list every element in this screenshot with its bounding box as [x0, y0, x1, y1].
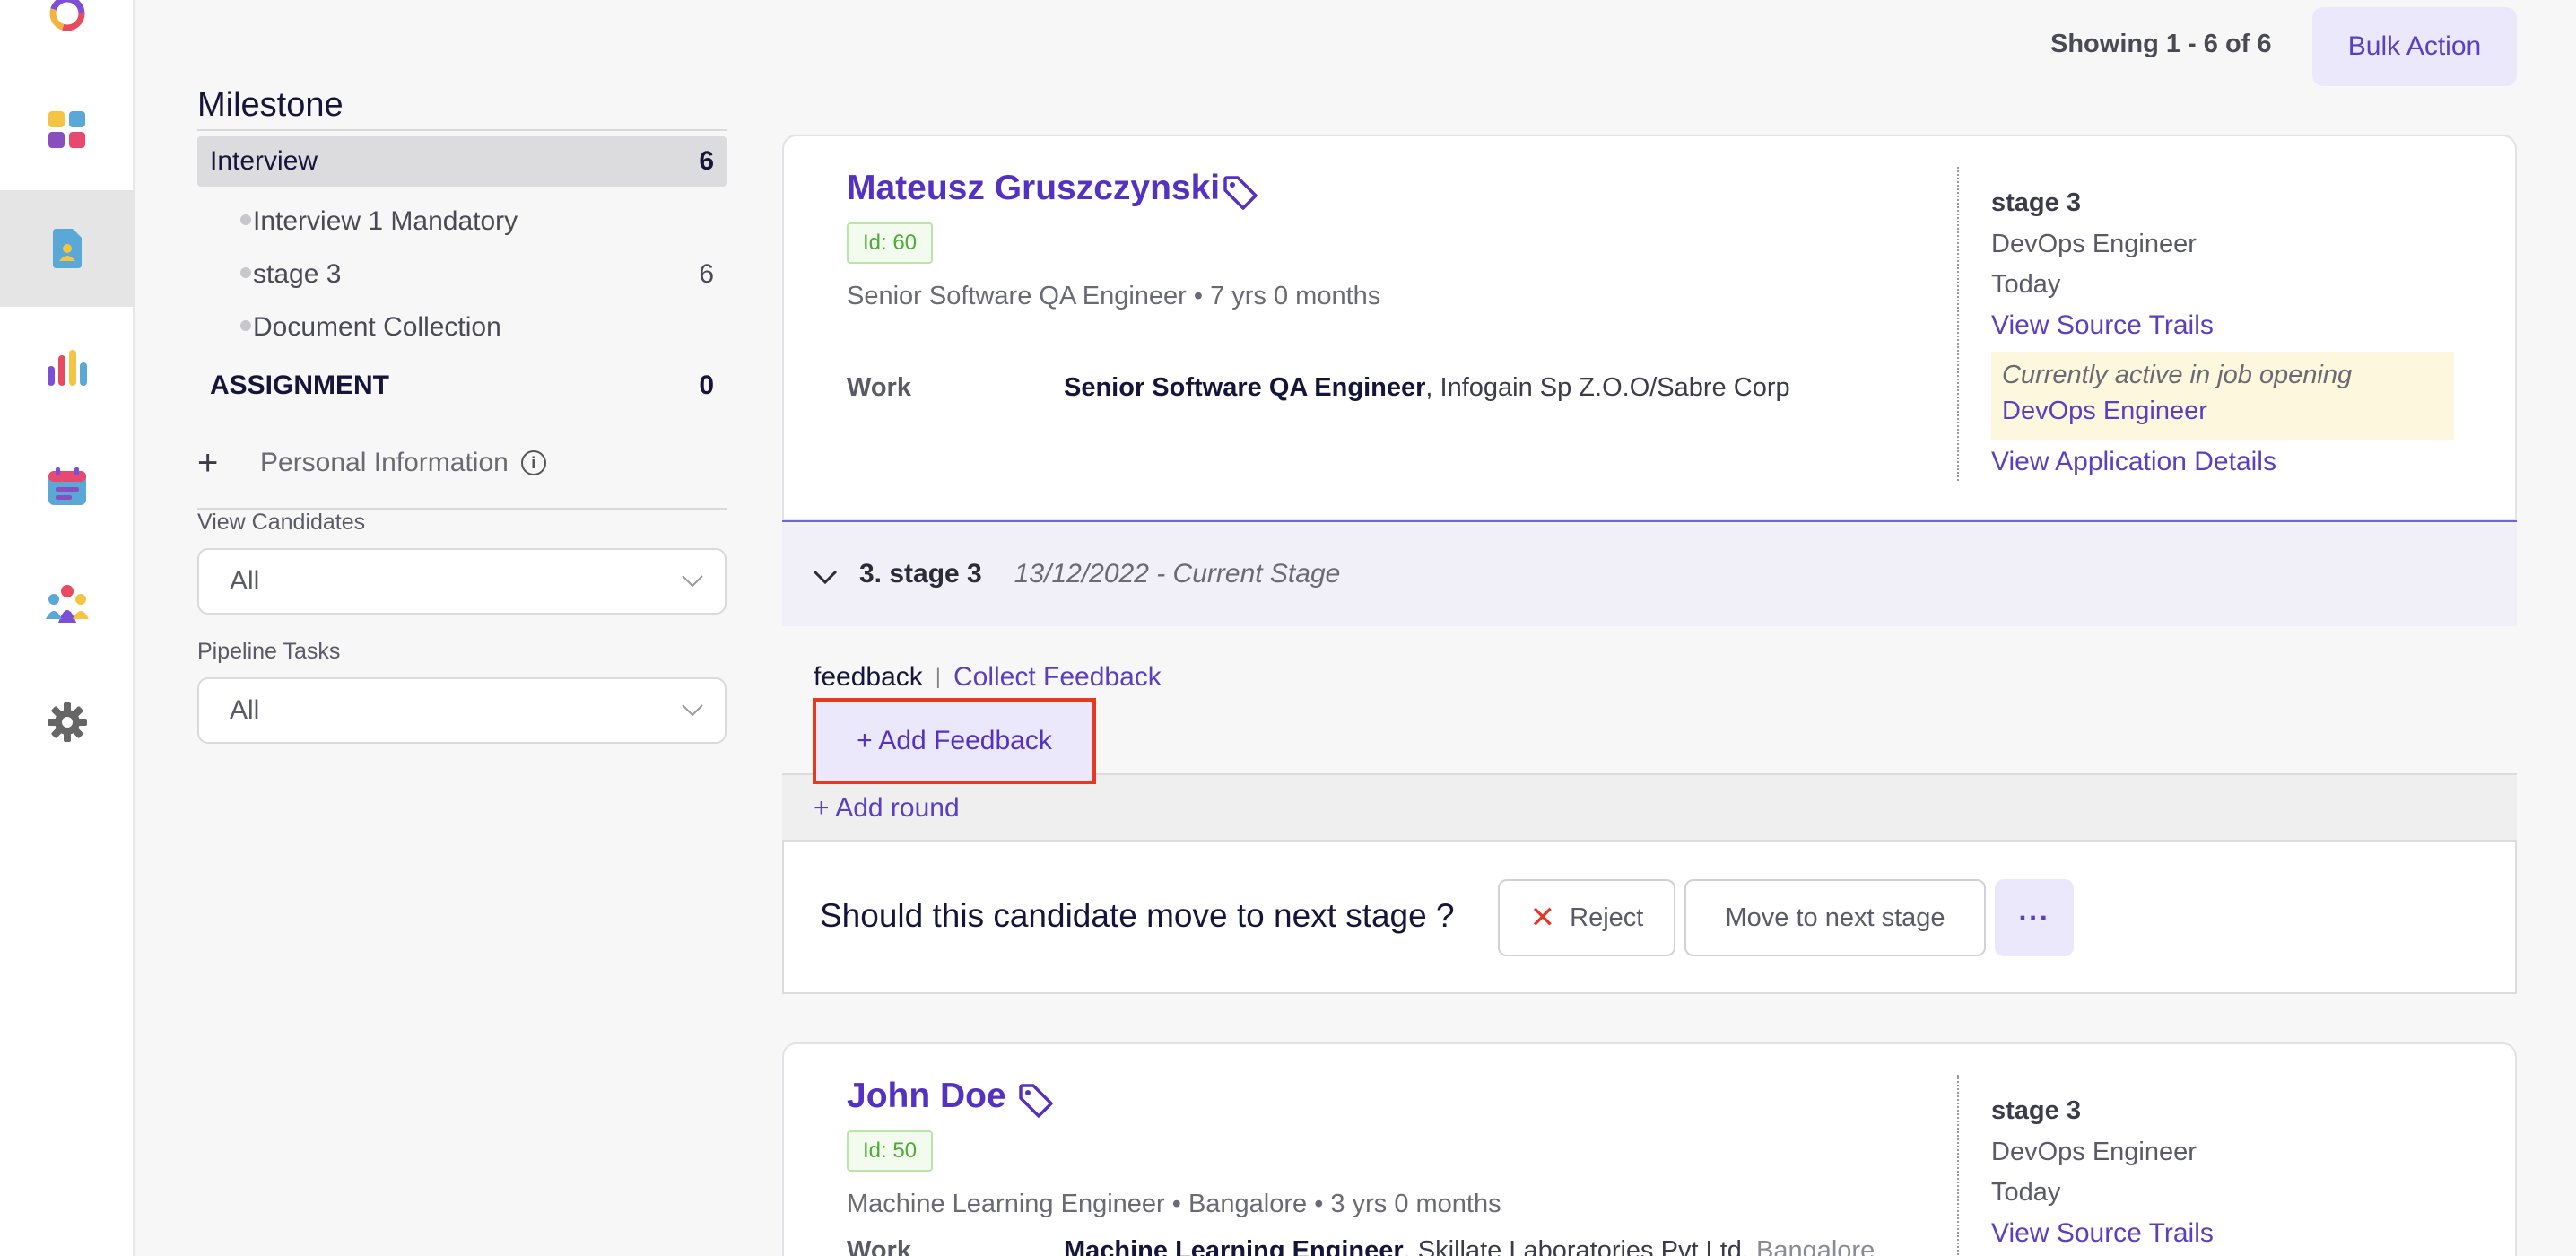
- stage-date: 13/12/2022 - Current Stage: [1014, 559, 1341, 589]
- reports-icon[interactable]: [0, 310, 135, 426]
- current-stage: stage 3: [1991, 188, 2081, 217]
- stage-label: Interview 1 Mandatory: [253, 206, 518, 236]
- pipeline-tasks-select[interactable]: All: [197, 677, 727, 744]
- chevron-down-icon: [682, 575, 703, 588]
- separator: |: [935, 665, 941, 689]
- reject-label: Reject: [1570, 903, 1644, 932]
- bullet-icon: [240, 267, 251, 279]
- personal-information-toggle[interactable]: + Personal Information i: [197, 438, 727, 488]
- close-icon: ✕: [1529, 901, 1556, 935]
- work-company: , Infogain Sp Z.O.O/Sabre Corp: [1425, 373, 1790, 402]
- personal-information-label: Personal Information: [260, 448, 509, 477]
- candidate-subtitle: Senior Software QA Engineer • 7 yrs 0 mo…: [847, 282, 1381, 310]
- milestone-count: 6: [699, 146, 714, 176]
- work-location: , Bangalore: [1741, 1236, 1875, 1256]
- bulk-action-button[interactable]: Bulk Action: [2312, 7, 2517, 86]
- work-label: Work: [847, 373, 911, 402]
- milestone-assignment[interactable]: ASSIGNMENT 0: [197, 361, 727, 411]
- stage-item-document-collection[interactable]: Document Collection: [197, 303, 727, 352]
- milestone-label: Interview: [210, 146, 318, 176]
- view-candidates-select[interactable]: All: [197, 548, 727, 615]
- team-icon[interactable]: [0, 545, 135, 662]
- collect-feedback-link[interactable]: Collect Feedback: [953, 662, 1162, 693]
- updated-when: Today: [1991, 270, 2061, 299]
- stage-name: 3. stage 3: [859, 559, 982, 589]
- settings-icon[interactable]: [0, 664, 135, 781]
- candidate-card: John Doe Id: 50 Machine Learning Enginee…: [782, 1042, 2517, 1256]
- results-count: Showing 1 - 6 of 6: [2050, 30, 2272, 58]
- add-round-link[interactable]: + Add round: [814, 793, 960, 824]
- stage-count: 6: [699, 259, 714, 289]
- active-job-note: Currently active in job opening DevOps E…: [1991, 352, 2454, 440]
- milestone-title: Milestone: [197, 86, 344, 124]
- job-opening: DevOps Engineer: [1991, 1138, 2197, 1166]
- job-opening: DevOps Engineer: [1991, 230, 2197, 258]
- move-to-next-stage-button[interactable]: Move to next stage: [1684, 879, 1986, 956]
- view-source-trails-link[interactable]: View Source Trails: [1991, 310, 2214, 341]
- stage-item-stage-3[interactable]: stage 3 6: [197, 250, 727, 299]
- work-title: Senior Software QA Engineer: [1064, 373, 1426, 402]
- candidates-icon[interactable]: [0, 190, 135, 307]
- move-question: Should this candidate move to next stage…: [820, 897, 1455, 934]
- pipeline-tasks-label: Pipeline Tasks: [197, 639, 341, 664]
- active-note-text: Currently active in job opening: [2002, 361, 2353, 389]
- work-label: Work: [847, 1236, 911, 1256]
- calendar-icon[interactable]: [0, 428, 135, 545]
- bullet-icon: [240, 320, 251, 332]
- tag-icon[interactable]: [1017, 1082, 1055, 1120]
- candidate-name[interactable]: Mateusz Gruszczynski: [847, 169, 1220, 208]
- logo-icon[interactable]: [0, 0, 135, 72]
- dashboard-icon[interactable]: [0, 72, 135, 188]
- select-value: All: [230, 695, 260, 725]
- column-divider: [1957, 1075, 1959, 1256]
- info-icon[interactable]: i: [520, 450, 546, 475]
- view-candidates-label: View Candidates: [197, 510, 366, 535]
- more-options-button[interactable]: ···: [1995, 879, 2074, 956]
- bullet-icon: [240, 214, 251, 226]
- stage-label: stage 3: [253, 259, 342, 289]
- plus-icon[interactable]: +: [197, 443, 260, 484]
- view-application-details-link[interactable]: View Application Details: [1991, 447, 2276, 477]
- stage-item-interview-1-mandatory[interactable]: Interview 1 Mandatory: [197, 197, 727, 246]
- divider: [197, 129, 727, 131]
- work-value: Senior Software QA Engineer, Infogain Sp…: [1064, 373, 1790, 403]
- work-value: Machine Learning Engineer, Skillate Labo…: [1064, 1236, 1875, 1256]
- candidate-subtitle: Machine Learning Engineer • Bangalore • …: [847, 1190, 1501, 1218]
- milestone-interview[interactable]: Interview 6: [197, 136, 727, 187]
- candidate-id-badge: Id: 60: [847, 222, 934, 264]
- feedback-label: feedback: [814, 662, 923, 692]
- reject-button[interactable]: ✕ Reject: [1498, 879, 1675, 956]
- candidate-id-badge: Id: 50: [847, 1130, 934, 1172]
- stage-decision-bar: Should this candidate move to next stage…: [782, 840, 2517, 994]
- milestone-count: 0: [699, 371, 714, 400]
- chevron-down-icon[interactable]: [813, 557, 838, 592]
- milestone-label: ASSIGNMENT: [210, 371, 390, 400]
- updated-when: Today: [1991, 1178, 2061, 1207]
- stage-header[interactable]: 3. stage 3 13/12/2022 - Current Stage: [782, 520, 2517, 626]
- candidate-card: Mateusz Gruszczynski Id: 60 Senior Softw…: [782, 135, 2517, 520]
- nav-rail: [0, 0, 135, 1256]
- current-stage: stage 3: [1991, 1096, 2081, 1125]
- view-source-trails-link[interactable]: View Source Trails: [1991, 1218, 2214, 1249]
- work-title: Machine Learning Engineer: [1064, 1236, 1404, 1256]
- stage-label: Document Collection: [253, 312, 501, 342]
- chevron-down-icon: [682, 704, 703, 717]
- work-company: , Skillate Laboratories Pvt Ltd: [1403, 1236, 1742, 1256]
- column-divider: [1957, 167, 1959, 481]
- tag-icon[interactable]: [1222, 174, 1259, 212]
- add-feedback-button[interactable]: + Add Feedback: [813, 698, 1096, 784]
- select-value: All: [230, 566, 260, 596]
- active-job-link[interactable]: DevOps Engineer: [2002, 393, 2443, 429]
- candidate-name[interactable]: John Doe: [847, 1077, 1006, 1116]
- feedback-row: feedback | Collect Feedback: [814, 662, 1162, 693]
